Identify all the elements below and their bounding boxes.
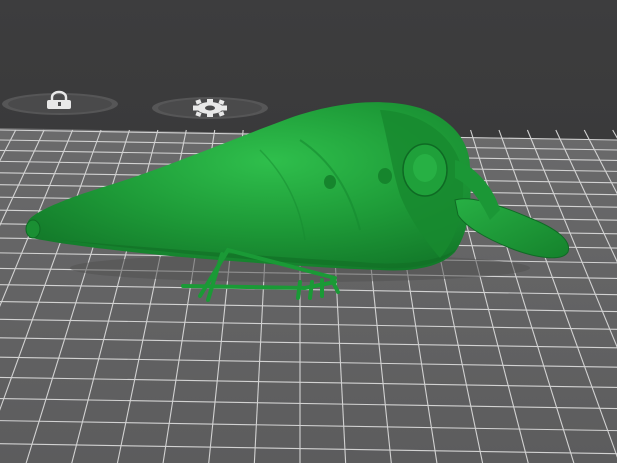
3d-viewport[interactable]: [0, 0, 617, 463]
settings-button[interactable]: [152, 97, 268, 119]
scene-svg: [0, 90, 617, 463]
lock-button[interactable]: [2, 90, 118, 115]
gear-icon: [193, 99, 227, 117]
